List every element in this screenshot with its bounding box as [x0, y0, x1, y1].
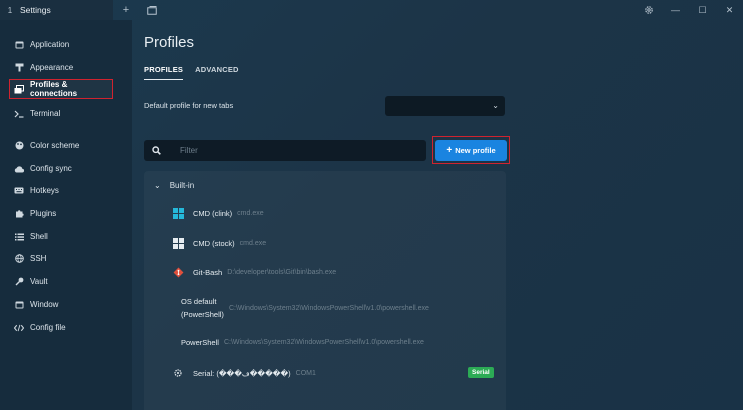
profile-name: Serial: (���ڡ�����) [193, 368, 291, 378]
sidebar-item-label: Color scheme [30, 141, 80, 150]
sidebar-item-label: Appearance [30, 63, 74, 72]
maximize-icon: ☐ [698, 4, 707, 15]
settings-main: Profiles PROFILES ADVANCED Default profi… [132, 20, 743, 410]
new-profile-button[interactable]: + New profile [435, 140, 507, 161]
terminal-icon [14, 109, 24, 119]
sidebar-item-color-scheme[interactable]: Color scheme [14, 137, 130, 154]
profile-command: C:\Windows\System32\WindowsPowerShell\v1… [228, 304, 429, 312]
window-icon [14, 40, 24, 50]
globe-icon [14, 254, 24, 264]
window-icon [14, 300, 24, 310]
maximize-button[interactable]: ☐ [689, 0, 716, 20]
sidebar-item-label: Profiles & connections [30, 80, 78, 98]
profile-row-serial[interactable]: Serial: (���ڡ�����) COM1 [172, 367, 316, 379]
profile-row-powershell[interactable]: PowerShell C:\Windows\System32\WindowsPo… [181, 338, 424, 347]
sidebar-item-label: Plugins [30, 209, 57, 218]
profile-command: C:\Windows\System32\WindowsPowerShell\v1… [223, 339, 424, 346]
list-icon [14, 232, 24, 242]
sidebar-item-label: Config file [30, 323, 66, 332]
group-header-built-in[interactable]: ⌄ Built-in [154, 181, 194, 190]
sidebar-item-label: Shell [30, 232, 48, 241]
windows-stack-icon [14, 84, 24, 94]
sidebar-item-profiles-connections[interactable]: Profiles & connections [9, 79, 113, 99]
sidebar-item-label: Terminal [30, 109, 61, 118]
sidebar-item-config-sync[interactable]: Config sync [14, 160, 130, 177]
plus-icon: + [122, 4, 130, 16]
sidebar-item-label: Window [30, 300, 59, 309]
palette-icon [14, 141, 24, 151]
sidebar-item-plugins[interactable]: Plugins [14, 205, 130, 222]
chevron-down-icon: ⌄ [154, 181, 161, 190]
key-icon [14, 277, 24, 287]
settings-gear-button[interactable] [635, 0, 662, 20]
profile-row-git-bash[interactable]: Git-Bash D:\developer\tools\Git\bin\bash… [172, 266, 336, 278]
profile-command: cmd.exe [239, 239, 267, 247]
settings-tab[interactable]: 1 Settings [0, 0, 113, 20]
profile-row-cmd-stock[interactable]: CMD (stock) cmd.exe [172, 237, 266, 249]
sidebar-item-ssh[interactable]: SSH [14, 250, 130, 267]
close-button[interactable]: ✕ [716, 0, 743, 20]
profile-name-line-1: OS default [181, 297, 217, 306]
sidebar-item-hotkeys[interactable]: Hotkeys [14, 182, 130, 199]
tab-layout-button[interactable] [139, 0, 165, 20]
sidebar-item-config-file[interactable]: Config file [14, 319, 130, 336]
chevron-down-icon: ⌄ [492, 101, 499, 110]
keyboard-icon [14, 186, 24, 196]
cloud-sync-icon [14, 164, 24, 174]
sidebar-item-label: Vault [30, 277, 48, 286]
search-icon [144, 146, 168, 155]
serial-port-icon [172, 367, 184, 379]
sidebar-item-window[interactable]: Window [14, 296, 130, 313]
sidebar-item-label: Config sync [30, 164, 72, 173]
tab-advanced[interactable]: ADVANCED [195, 65, 239, 80]
group-label: Built-in [169, 181, 195, 190]
minimize-icon: — [671, 5, 680, 15]
code-icon [14, 323, 24, 333]
sidebar-item-appearance[interactable]: Appearance [14, 59, 130, 76]
tab-title: Settings [20, 5, 51, 15]
profile-name: Git-Bash [193, 267, 223, 277]
plus-icon: + [446, 145, 453, 156]
sidebar-item-vault[interactable]: Vault [14, 273, 130, 290]
filter-bar [144, 140, 426, 161]
sidebar-item-label: Application [30, 40, 70, 49]
settings-sidebar: Application Appearance Profiles & connec… [0, 20, 132, 410]
profile-name: CMD (stock) [193, 238, 235, 248]
filter-input[interactable] [178, 145, 402, 156]
profiles-list: ⌄ Built-in CMD (clink) cmd.exe CMD (stoc… [144, 171, 506, 410]
windows-logo-icon [172, 207, 184, 219]
windows-logo-icon [172, 237, 184, 249]
sidebar-item-label: Hotkeys [30, 186, 59, 195]
sidebar-item-label: SSH [30, 254, 47, 263]
default-profile-label: Default profile for new tabs [144, 101, 234, 110]
tab-profiles[interactable]: PROFILES [144, 65, 184, 80]
sidebar-item-terminal[interactable]: Terminal [14, 105, 130, 122]
page-title: Profiles [144, 34, 195, 51]
profile-row-os-default[interactable]: OS default (PowerShell) C:\Windows\Syste… [181, 295, 429, 321]
title-bar: 1 Settings + — ☐ ✕ [0, 0, 743, 20]
profile-name: CMD (clink) [193, 208, 233, 218]
sidebar-item-shell[interactable]: Shell [14, 228, 130, 245]
sidebar-item-application[interactable]: Application [14, 36, 130, 53]
new-profile-label: New profile [455, 146, 496, 155]
profile-name-line-2: (PowerShell) [181, 310, 224, 319]
profile-name: PowerShell [181, 338, 219, 347]
puzzle-icon [14, 209, 24, 219]
tab-number: 1 [7, 5, 13, 15]
profile-tabs: PROFILES ADVANCED [144, 65, 251, 80]
git-icon [172, 266, 184, 278]
minimize-button[interactable]: — [662, 0, 689, 20]
profile-name: OS default (PowerShell) [181, 295, 224, 321]
new-tab-button[interactable]: + [113, 0, 139, 20]
default-profile-select[interactable]: ⌄ [385, 96, 505, 116]
profile-command: D:\developer\tools\Git\bin\bash.exe [227, 268, 337, 276]
gear-icon [644, 6, 653, 14]
paint-icon [14, 63, 24, 73]
profile-row-cmd-clink[interactable]: CMD (clink) cmd.exe [172, 207, 264, 219]
window-icon [147, 5, 157, 15]
profile-command: cmd.exe [237, 209, 264, 217]
serial-badge: Serial [468, 367, 494, 378]
profile-command: COM1 [295, 369, 316, 377]
close-icon: ✕ [725, 4, 734, 15]
